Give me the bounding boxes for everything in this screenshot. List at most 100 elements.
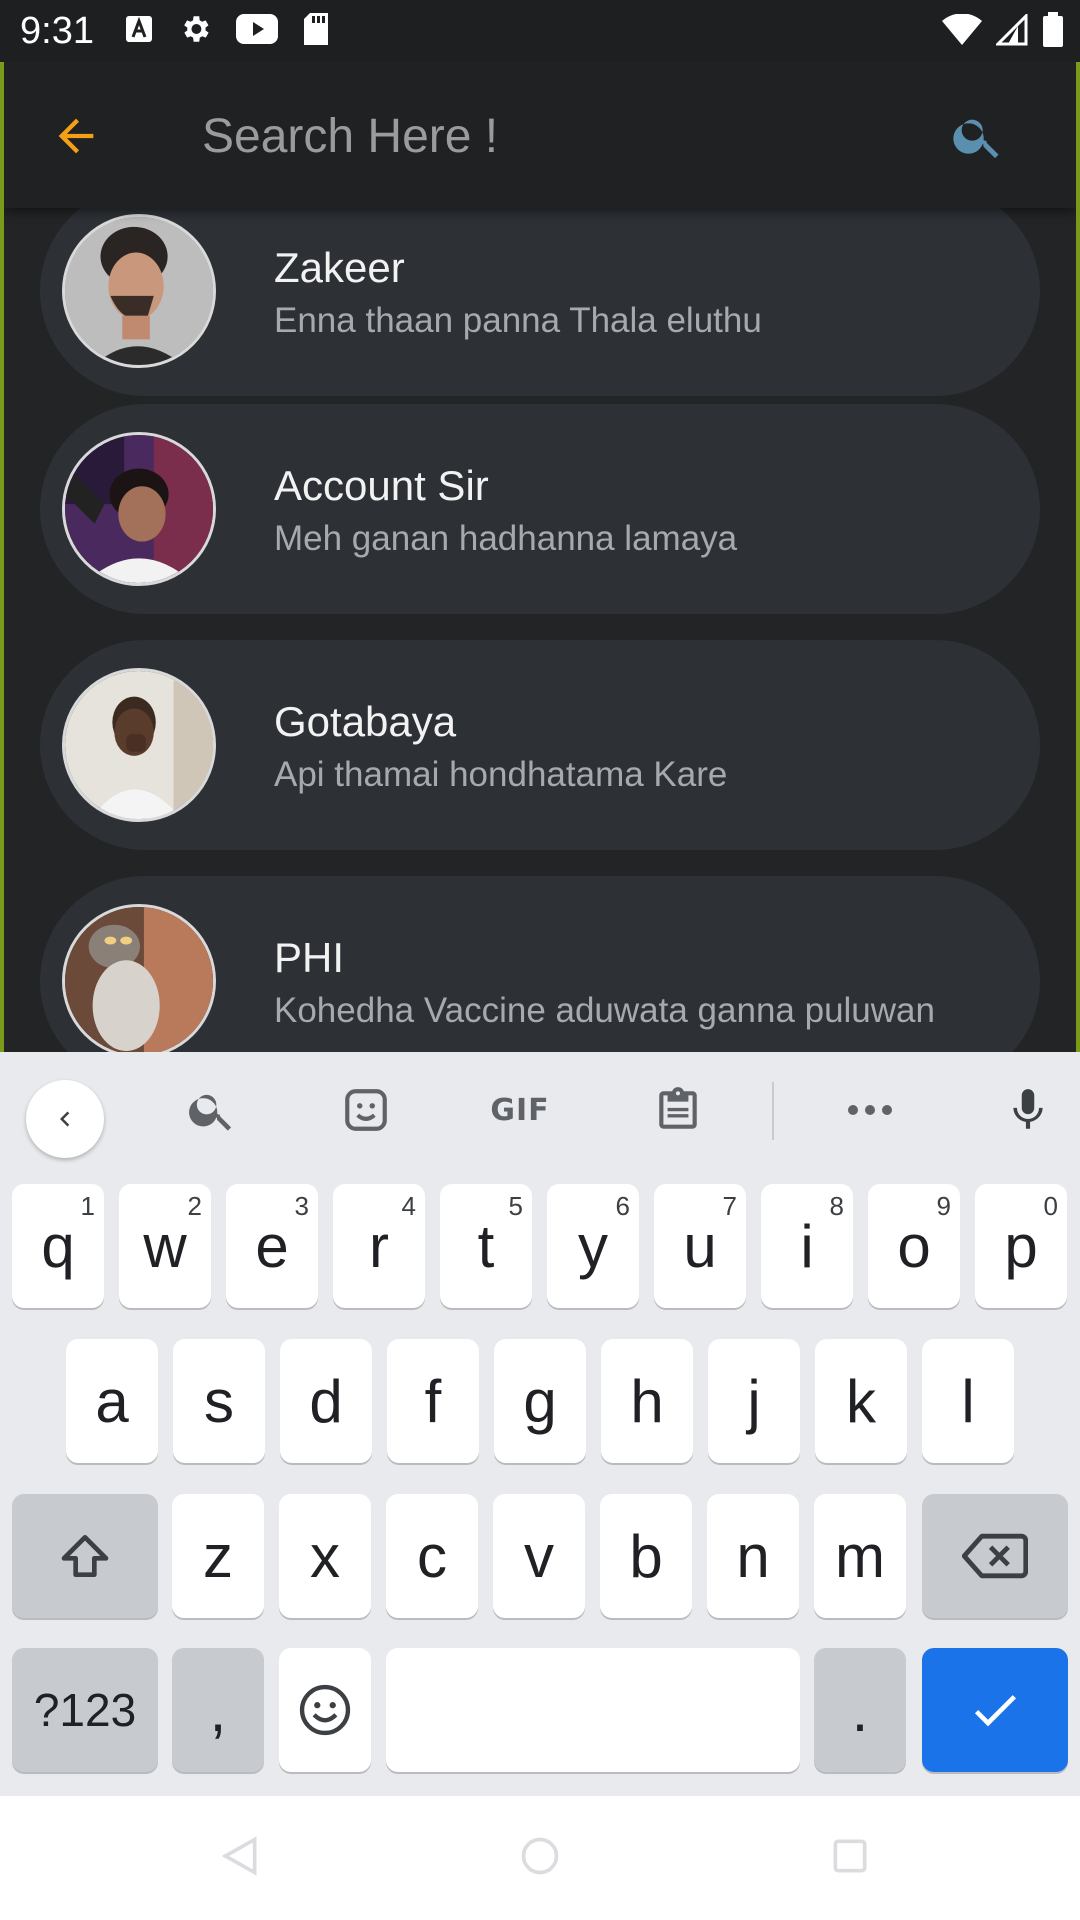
key-n[interactable]: n	[707, 1494, 799, 1618]
key-number-hint: 8	[829, 1191, 844, 1221]
chat-name: Gotabaya	[274, 698, 457, 745]
key-label: y	[578, 1212, 608, 1280]
key-number-hint: 1	[80, 1191, 95, 1221]
key-o[interactable]: 9o	[868, 1184, 960, 1308]
key-x[interactable]: x	[279, 1494, 371, 1618]
key-y[interactable]: 6y	[547, 1184, 639, 1308]
chat-name: PHI	[274, 934, 345, 981]
avatar	[62, 904, 216, 1052]
key-i[interactable]: 8i	[761, 1184, 853, 1308]
key-label: x	[310, 1522, 340, 1590]
search-icon[interactable]	[950, 108, 1006, 164]
soft-keyboard: GIF 1q2w3e4r5t6y7u8i9o0p asdfghjkl zxcvb…	[0, 1052, 1080, 1796]
key-v[interactable]: v	[493, 1494, 585, 1618]
key-label: t	[477, 1212, 495, 1280]
key-w[interactable]: 2w	[119, 1184, 211, 1308]
key-label: p	[1004, 1212, 1038, 1280]
status-bar: 9:31	[0, 0, 1080, 62]
emoji-key[interactable]	[279, 1648, 371, 1772]
symbols-key-label: ?123	[33, 1684, 137, 1736]
keyboard-a-icon	[124, 14, 154, 49]
key-u[interactable]: 7u	[654, 1184, 746, 1308]
key-label: q	[41, 1212, 75, 1280]
key-label: l	[961, 1367, 975, 1435]
key-e[interactable]: 3e	[226, 1184, 318, 1308]
collapse-toolbar-button[interactable]	[26, 1080, 104, 1158]
key-label: h	[630, 1367, 664, 1435]
key-r[interactable]: 4r	[333, 1184, 425, 1308]
avatar	[62, 214, 216, 368]
chat-name: Zakeer	[274, 244, 405, 291]
microphone-icon[interactable]	[998, 1080, 1058, 1140]
shift-arrow-icon	[61, 1535, 109, 1577]
key-label: e	[255, 1212, 289, 1280]
key-c[interactable]: c	[386, 1494, 478, 1618]
sticker-icon[interactable]	[336, 1080, 396, 1140]
chevron-left-icon	[60, 1111, 70, 1127]
chat-item[interactable]: PHI Kohedha Vaccine aduwata ganna puluwa…	[40, 876, 1040, 1052]
key-label: u	[683, 1212, 717, 1280]
chat-item[interactable]: Gotabaya Api thamai hondhatama Kare	[40, 640, 1040, 850]
key-l[interactable]: l	[922, 1339, 1014, 1463]
key-a[interactable]: a	[66, 1339, 158, 1463]
key-label: j	[747, 1367, 761, 1435]
shift-key[interactable]	[12, 1494, 158, 1618]
key-p[interactable]: 0p	[975, 1184, 1067, 1308]
key-label: f	[424, 1367, 442, 1435]
period-key[interactable]: .	[814, 1648, 906, 1772]
more-options-icon[interactable]	[840, 1080, 900, 1140]
key-z[interactable]: z	[172, 1494, 264, 1618]
key-number-hint: 9	[936, 1191, 951, 1221]
key-number-hint: 6	[615, 1191, 630, 1221]
key-k[interactable]: k	[815, 1339, 907, 1463]
status-time: 9:31	[20, 10, 94, 52]
backspace-key[interactable]	[922, 1494, 1068, 1618]
keyboard-toolbar: GIF	[0, 1052, 1080, 1170]
nav-recents-icon[interactable]	[820, 1826, 880, 1886]
search-input[interactable]	[202, 98, 902, 174]
key-label: s	[204, 1367, 234, 1435]
chat-preview: Meh ganan hadhanna lamaya	[274, 519, 738, 558]
key-d[interactable]: d	[280, 1339, 372, 1463]
system-icons	[942, 12, 1064, 53]
key-label: b	[629, 1522, 663, 1590]
keyboard-search-icon[interactable]	[182, 1080, 242, 1140]
avatar	[62, 668, 216, 822]
nav-home-icon[interactable]	[510, 1826, 570, 1886]
space-key[interactable]	[386, 1648, 800, 1772]
key-label: z	[203, 1522, 233, 1590]
nav-back-icon[interactable]	[210, 1826, 270, 1886]
checkmark-icon	[974, 1695, 1016, 1727]
cell-signal-icon	[994, 12, 1028, 51]
key-s[interactable]: s	[173, 1339, 265, 1463]
comma-key-label: ,	[209, 1676, 227, 1744]
chat-item[interactable]: Account Sir Meh ganan hadhanna lamaya	[40, 404, 1040, 614]
key-label: r	[369, 1212, 389, 1280]
key-number-hint: 4	[401, 1191, 416, 1221]
key-j[interactable]: j	[708, 1339, 800, 1463]
key-label: i	[800, 1212, 814, 1280]
done-key[interactable]	[922, 1648, 1068, 1772]
chat-preview: Api thamai hondhatama Kare	[274, 755, 728, 794]
gif-button[interactable]: GIF	[488, 1080, 552, 1140]
chat-item[interactable]: Zakeer Enna thaan panna Thala eluthu	[40, 186, 1040, 396]
key-label: o	[897, 1212, 931, 1280]
key-f[interactable]: f	[387, 1339, 479, 1463]
youtube-icon	[236, 14, 278, 49]
symbols-key[interactable]: ?123	[12, 1648, 158, 1772]
key-number-hint: 0	[1043, 1191, 1058, 1221]
emoji-smiley-icon	[299, 1684, 351, 1736]
back-arrow-icon[interactable]	[50, 110, 102, 162]
key-label: a	[95, 1367, 129, 1435]
key-q[interactable]: 1q	[12, 1184, 104, 1308]
key-h[interactable]: h	[601, 1339, 693, 1463]
clipboard-icon[interactable]	[648, 1080, 708, 1140]
key-g[interactable]: g	[494, 1339, 586, 1463]
key-t[interactable]: 5t	[440, 1184, 532, 1308]
key-number-hint: 5	[508, 1191, 523, 1221]
avatar	[62, 432, 216, 586]
key-b[interactable]: b	[600, 1494, 692, 1618]
notification-icons	[124, 12, 330, 51]
comma-key[interactable]: ,	[172, 1648, 264, 1772]
key-m[interactable]: m	[814, 1494, 906, 1618]
